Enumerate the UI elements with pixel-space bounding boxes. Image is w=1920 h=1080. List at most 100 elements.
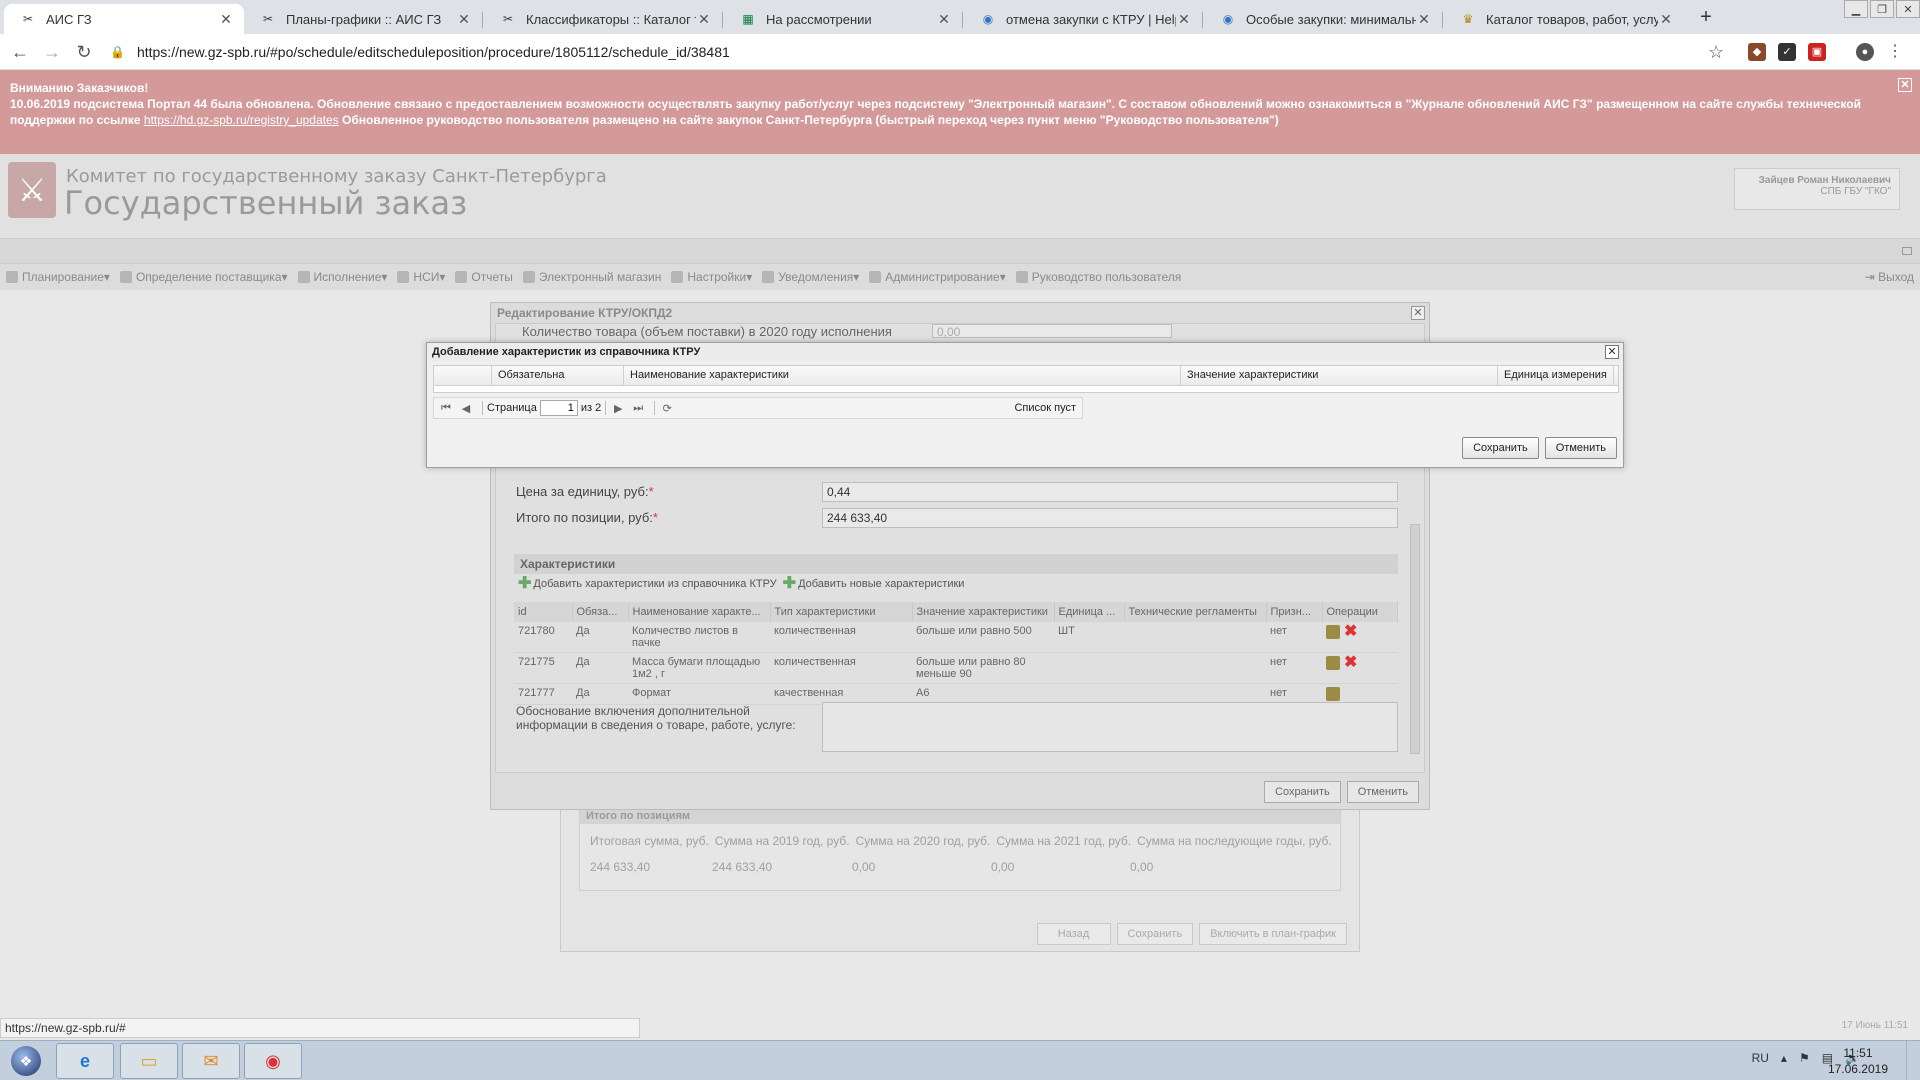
menu-settings[interactable]: Настройки ▾ [671, 270, 752, 284]
edit-icon[interactable] [1326, 687, 1340, 701]
column-header-checkbox[interactable] [434, 366, 492, 385]
profile-icon[interactable]: ● [1856, 43, 1874, 61]
close-icon[interactable]: ✕ [1176, 11, 1192, 28]
next-page-icon[interactable]: ▶ [610, 402, 626, 415]
browser-tab-catalog[interactable]: ♛ Каталог товаров, работ, услуг д ✕ [1444, 4, 1684, 34]
delete-icon[interactable]: ✖ [1344, 655, 1357, 671]
browser-tab-classifiers[interactable]: ✂ Классификаторы :: Каталог това ✕ [484, 4, 722, 34]
save-button[interactable]: Сохранить [1462, 437, 1539, 459]
add-from-ktru-link[interactable]: ✚ Добавить характеристики из справочника … [518, 576, 777, 592]
add-new-characteristics-link[interactable]: ✚ Добавить новые характеристики [783, 576, 965, 592]
position-total-input[interactable]: 244 633,40 [822, 508, 1398, 528]
refresh-icon[interactable]: ⟳ [659, 402, 675, 415]
column-header[interactable]: id [514, 602, 573, 622]
extension-icon[interactable]: ▣ [1808, 43, 1826, 61]
close-icon[interactable]: ✕ [1898, 78, 1912, 92]
extension-icon[interactable]: ✓ [1778, 43, 1796, 61]
menu-eshop[interactable]: Электронный магазин [522, 270, 661, 284]
reload-icon[interactable]: ↻ [74, 42, 94, 62]
user-box[interactable]: Зайцев Роман Николаевич СПБ ГБУ "ГКО" [1734, 168, 1900, 210]
menu-kebab-icon[interactable]: ⋮ [1886, 43, 1904, 61]
page-number-input[interactable] [539, 400, 578, 416]
include-in-plan-button[interactable]: Включить в план-график [1199, 923, 1347, 945]
windows-logo-icon: ❖ [11, 1046, 41, 1076]
minimize-icon[interactable]: ▁ [1844, 0, 1868, 18]
cancel-button[interactable]: Отменить [1346, 781, 1419, 803]
first-page-icon[interactable]: ⏮ [438, 402, 454, 415]
browser-tab-review[interactable]: ▦ На рассмотрении ✕ [724, 4, 962, 34]
forward-arrow-icon[interactable]: → [42, 42, 62, 62]
table-row[interactable]: 721775 Да Масса бумаги площадью 1м2 , г … [514, 652, 1398, 684]
close-icon[interactable]: ✕ [1658, 11, 1674, 28]
close-icon[interactable]: ✕ [456, 11, 472, 28]
extension-icon[interactable]: ◆ [1748, 43, 1766, 61]
last-page-icon[interactable]: ⏭ [630, 402, 646, 415]
close-icon[interactable]: ✕ [936, 11, 952, 28]
bookmark-star-icon[interactable]: ☆ [1708, 42, 1724, 63]
exit-icon: ⇥ [1864, 270, 1879, 284]
quantity-2020-input[interactable]: 0,00 [932, 324, 1172, 339]
close-icon[interactable]: ✕ [1605, 345, 1619, 359]
show-desktop-button[interactable] [1906, 1041, 1920, 1080]
column-header[interactable]: Тип характеристики [770, 602, 913, 622]
column-header-required[interactable]: Обязательна [492, 366, 624, 385]
close-icon[interactable]: ✕ [696, 11, 712, 28]
menu-execution[interactable]: Исполнение ▾ [297, 270, 387, 284]
tray-arrow-icon[interactable]: ▴ [1781, 1051, 1787, 1065]
column-header-name[interactable]: Наименование характеристики [624, 366, 1181, 385]
edit-icon[interactable] [1326, 625, 1340, 639]
column-header-value[interactable]: Значение характеристики [1181, 366, 1498, 385]
column-header[interactable]: Обяза... [572, 602, 629, 622]
clock[interactable]: 11:51 17.06.2019 [1828, 1045, 1888, 1077]
clock-time: 11:51 [1843, 1046, 1873, 1060]
column-header[interactable]: Технические регламенты [1124, 602, 1267, 622]
restore-icon[interactable]: ❐ [1870, 0, 1894, 18]
browser-tab-helpdesk[interactable]: ◉ отмена закупки с КТРУ | HelpDe ✕ [964, 4, 1202, 34]
close-icon[interactable]: ✕ [1411, 306, 1425, 320]
start-button[interactable]: ❖ [4, 1043, 48, 1079]
browser-tab-special[interactable]: ◉ Особые закупки: минимальная ✕ [1204, 4, 1442, 34]
banner-link[interactable]: https://hd.gz-spb.ru/registry_updates [144, 113, 339, 127]
menu-admin[interactable]: Администрирование ▾ [869, 270, 1006, 284]
delete-icon[interactable]: ✖ [1344, 624, 1357, 640]
flag-icon[interactable]: ⚑ [1799, 1051, 1810, 1065]
unit-price-input[interactable]: 0,44 [822, 482, 1398, 502]
column-header-unit[interactable]: Единица измерения [1498, 366, 1614, 385]
taskbar-outlook[interactable]: ✉ [182, 1043, 240, 1079]
browser-tab-ais[interactable]: ✂ АИС ГЗ ✕ [4, 4, 244, 34]
menu-supplier[interactable]: Определение поставщика ▾ [119, 270, 288, 284]
back-button[interactable]: Назад [1036, 923, 1111, 945]
save-plan-button[interactable]: Сохранить [1116, 923, 1194, 945]
back-arrow-icon[interactable]: ← [10, 42, 30, 62]
language-indicator[interactable]: RU [1752, 1051, 1769, 1065]
close-window-icon[interactable]: ✕ [1896, 0, 1920, 18]
edit-icon[interactable] [1326, 656, 1340, 670]
sheet-icon: ▦ [742, 12, 754, 26]
justification-textarea[interactable] [822, 702, 1398, 752]
column-header[interactable]: Призн... [1266, 602, 1323, 622]
close-icon[interactable]: ✕ [1416, 11, 1432, 28]
menu-nsi[interactable]: НСИ ▾ [397, 270, 445, 284]
browser-tab-plans[interactable]: ✂ Планы-графики :: АИС ГЗ ✕ [244, 4, 482, 34]
exit-link[interactable]: ⇥ Выход [1865, 270, 1914, 284]
collapse-icon[interactable] [1902, 247, 1912, 255]
taskbar-explorer[interactable]: ▭ [120, 1043, 178, 1079]
menu-guide[interactable]: Руководство пользователя [1015, 270, 1181, 284]
new-tab-button[interactable]: + [1694, 6, 1718, 29]
menu-reports[interactable]: Отчеты [455, 270, 513, 284]
column-header[interactable]: Операции [1322, 602, 1398, 622]
close-icon[interactable]: ✕ [218, 11, 234, 28]
menu-notifications[interactable]: Уведомления ▾ [762, 270, 859, 284]
cancel-button[interactable]: Отменить [1544, 437, 1617, 459]
address-bar[interactable]: 🔒 https://new.gz-spb.ru/#po/schedule/edi… [110, 40, 1720, 64]
taskbar-ie[interactable]: e [56, 1043, 114, 1079]
prev-page-icon[interactable]: ◀ [458, 402, 474, 415]
save-button[interactable]: Сохранить [1264, 781, 1341, 803]
table-row[interactable]: 721780 Да Количество листов в пачке коли… [514, 622, 1398, 653]
column-header[interactable]: Значение характеристики [912, 602, 1055, 622]
vertical-scrollbar[interactable] [1410, 524, 1420, 754]
menu-planning[interactable]: Планирование ▾ [6, 270, 110, 284]
taskbar-chrome[interactable]: ◉ [244, 1043, 302, 1079]
column-header[interactable]: Наименование характе... [628, 602, 771, 622]
column-header[interactable]: Единица ... [1054, 602, 1125, 622]
